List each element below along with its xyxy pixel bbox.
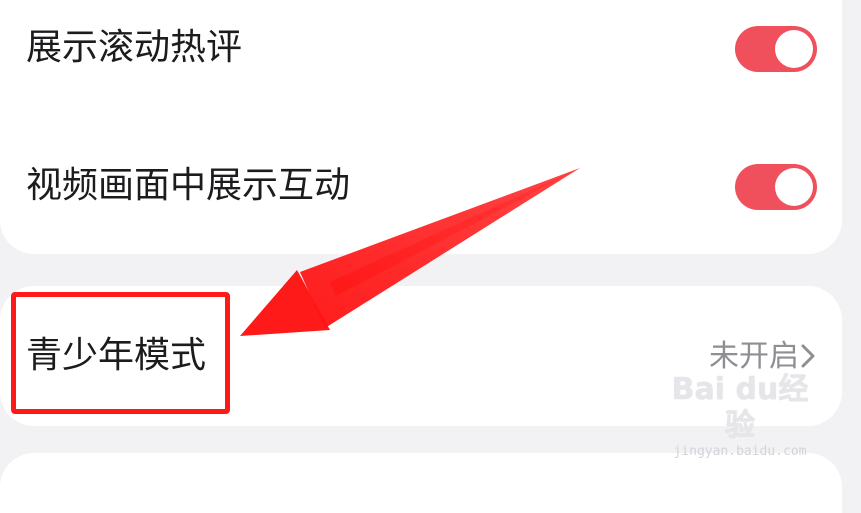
annotation-highlight-box (11, 292, 230, 414)
settings-card-bottom (0, 453, 842, 513)
watermark-logo: Bai du经验 (671, 372, 809, 443)
toggle-video-interaction[interactable] (735, 164, 817, 210)
setting-label-video-interaction: 视频画面中展示互动 (26, 165, 351, 206)
chevron-right-icon[interactable] (800, 343, 816, 369)
watermark-url: jingyan.baidu.com (673, 444, 807, 459)
toggle-scroll-hot-comments[interactable] (735, 26, 817, 72)
setting-label-scroll-hot-comments: 展示滚动热评 (26, 27, 243, 68)
toggle-knob (775, 30, 813, 68)
toggle-knob (775, 168, 813, 206)
teen-mode-status[interactable]: 未开启 (709, 337, 799, 377)
baidu-jingyan-watermark: Bai du经验 jingyan.baidu.com (660, 372, 820, 460)
